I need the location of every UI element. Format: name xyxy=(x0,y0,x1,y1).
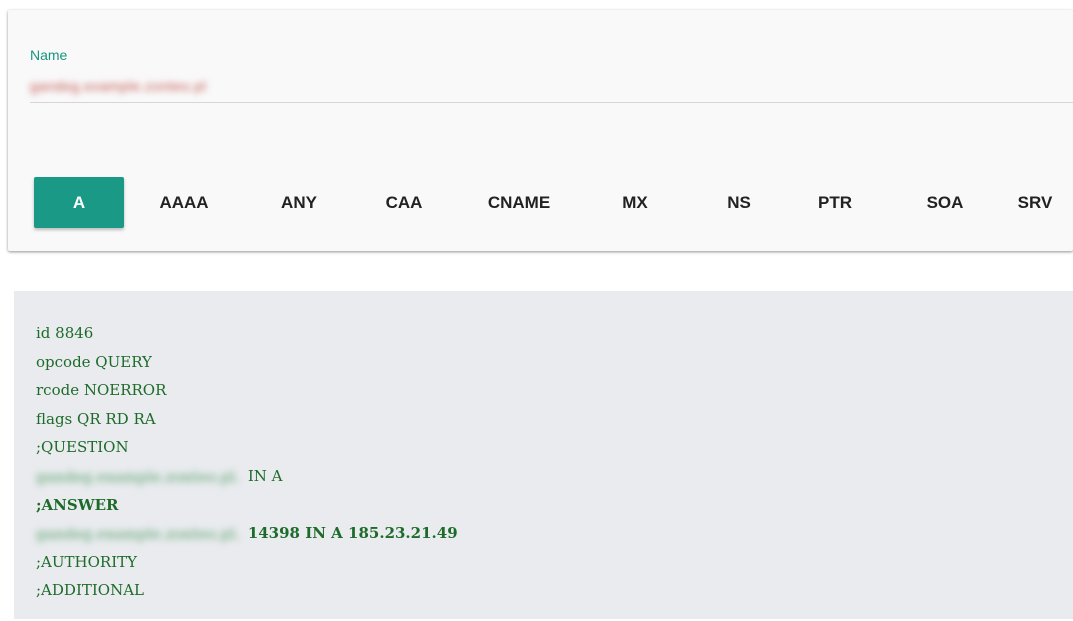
tab-ns[interactable]: NS xyxy=(694,177,784,228)
response-opcode: opcode QUERY xyxy=(36,352,152,371)
tab-aaaa[interactable]: AAAA xyxy=(139,177,229,228)
name-field-input[interactable]: gandeg.example.zonteo.pl xyxy=(30,78,310,94)
name-field-value: gandeg.example.zonteo.pl xyxy=(30,78,207,94)
response-id: id 8846 xyxy=(36,324,94,342)
query-form-card: Name gandeg.example.zonteo.pl A AAAA ANY… xyxy=(8,10,1073,251)
additional-header: ;ADDITIONAL xyxy=(36,581,145,600)
dns-response-panel: id 8846 opcode QUERY rcode NOERROR flags… xyxy=(14,291,1073,619)
tab-srv[interactable]: SRV xyxy=(1000,177,1070,228)
tab-caa[interactable]: CAA xyxy=(359,177,449,228)
tab-soa[interactable]: SOA xyxy=(900,177,990,228)
answer-data: 14398 IN A 185.23.21.49 xyxy=(247,524,458,543)
response-rcode: rcode NOERROR xyxy=(36,381,167,400)
question-record: gandeg.example.zonteo.pl. IN A xyxy=(36,462,458,491)
dns-response-text: id 8846 opcode QUERY rcode NOERROR flags… xyxy=(36,319,458,605)
authority-header: ;AUTHORITY xyxy=(36,552,138,571)
tab-cname[interactable]: CNAME xyxy=(469,177,569,228)
tab-ptr[interactable]: PTR xyxy=(790,177,880,228)
tab-mx[interactable]: MX xyxy=(590,177,680,228)
response-flags: flags QR RD RA xyxy=(36,409,156,428)
answer-hostname: gandeg.example.zonteo.pl. xyxy=(36,524,240,543)
name-field-underline xyxy=(30,102,1073,103)
tab-any[interactable]: ANY xyxy=(254,177,344,228)
question-class-type: IN A xyxy=(247,466,283,485)
question-header: ;QUESTION xyxy=(36,438,129,457)
name-field-label: Name xyxy=(30,47,68,63)
question-hostname: gandeg.example.zonteo.pl. xyxy=(36,467,240,486)
answer-record: gandeg.example.zonteo.pl. 14398 IN A 185.… xyxy=(36,519,458,548)
tab-a[interactable]: A xyxy=(34,177,124,228)
answer-header: ;ANSWER xyxy=(36,495,119,514)
